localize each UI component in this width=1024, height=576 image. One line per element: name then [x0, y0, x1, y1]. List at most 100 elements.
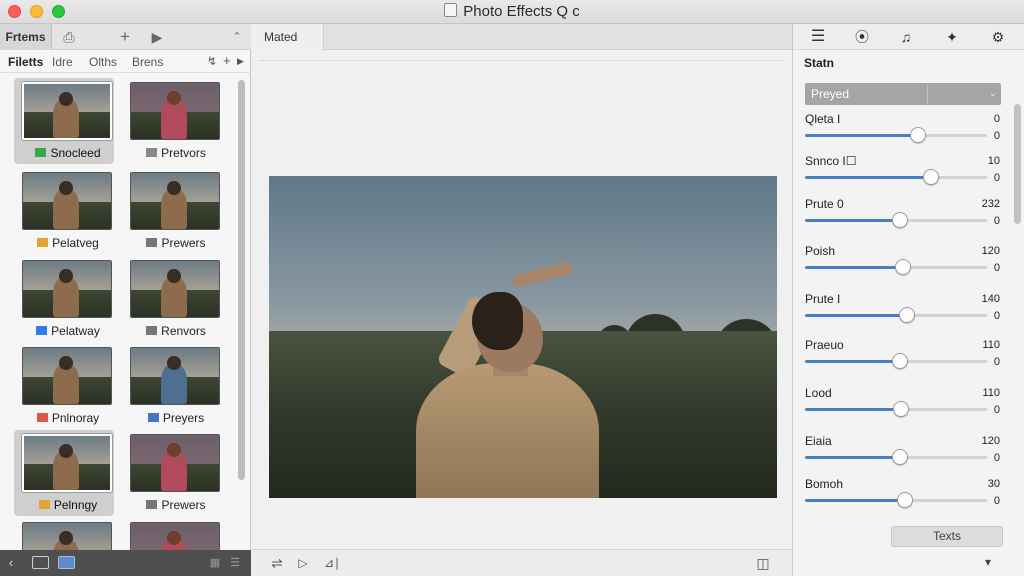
adjustments-panel: ☰ ⦿ ♫ ✦ ⚙ Statn Preyed ⌄ Qleta I 0 0 Snnco …	[792, 24, 1024, 576]
effect-type-icon	[146, 148, 158, 157]
effect-thumbnail[interactable]	[14, 518, 114, 554]
filter-idre[interactable]: Idre	[52, 55, 73, 69]
add-filter-icon[interactable]: +	[223, 53, 231, 68]
filter-brens[interactable]: Brens	[132, 55, 163, 69]
slider-track[interactable]	[805, 449, 987, 465]
slider-track[interactable]	[805, 169, 987, 185]
collapse-icon[interactable]: ⌃	[226, 24, 248, 50]
add-icon[interactable]: +	[114, 24, 136, 50]
effect-thumbnail[interactable]: Prewers	[122, 168, 222, 254]
back-icon[interactable]: ‹	[4, 554, 18, 572]
tab-frames[interactable]: Frtems	[0, 24, 52, 50]
adjust-icon[interactable]: ↯	[207, 54, 217, 68]
slider-handle[interactable]	[893, 401, 910, 417]
effect-thumbnail[interactable]: Pnlnoray	[14, 343, 114, 429]
effect-thumbnail[interactable]: Snocleed	[14, 78, 114, 164]
title-bar: Photo Effects Q c	[0, 0, 1024, 24]
effect-type-icon	[36, 413, 48, 422]
slider-handle[interactable]	[909, 127, 926, 143]
slider-handle[interactable]	[922, 169, 939, 185]
slider-fill	[805, 499, 906, 502]
play-preview-icon[interactable]: ▷	[294, 554, 312, 572]
adjustments-toolbar: ☰ ⦿ ♫ ✦ ⚙	[793, 24, 1024, 50]
preset-dropdown[interactable]: Preyed ⌄	[805, 83, 1001, 105]
slider-handle[interactable]	[891, 353, 908, 369]
tab-document[interactable]: Mated	[252, 24, 324, 51]
effect-label-text: Preyers	[162, 411, 205, 425]
grid-size-icon[interactable]: ▦	[208, 554, 222, 572]
effect-label-text: Snocleed	[50, 146, 101, 160]
slider-handle[interactable]	[898, 307, 915, 323]
slider-value: 120	[981, 245, 1000, 257]
sliders-icon[interactable]: ⇌	[268, 554, 286, 572]
effect-preview-image	[130, 434, 220, 492]
wifi-icon[interactable]: ▾	[985, 555, 991, 569]
document-tab-bar: Mated	[252, 24, 792, 51]
effect-thumbnail[interactable]: Preyers	[122, 343, 222, 429]
slider-track[interactable]	[805, 127, 987, 143]
effect-type-icon	[36, 326, 48, 335]
effect-label-text: Prewers	[161, 236, 206, 250]
image-icon[interactable]	[32, 556, 49, 569]
effect-label-text: Pretvors	[161, 146, 206, 160]
slider-offset: 0	[993, 452, 1000, 464]
slider-track[interactable]	[805, 259, 987, 275]
effect-label: Pnlnoray	[14, 411, 122, 425]
effect-preview-image	[22, 260, 112, 318]
photos-icon[interactable]	[58, 556, 75, 569]
filter-filters[interactable]: Filetts	[8, 55, 43, 69]
compare-icon[interactable]: ⊿∣	[322, 554, 342, 572]
slider-value: 120	[981, 435, 1000, 447]
play-icon[interactable]: ▶	[146, 24, 168, 50]
menu-icon[interactable]: ☰	[805, 27, 831, 47]
effect-preview-image	[22, 82, 112, 140]
slider-track[interactable]	[805, 401, 987, 417]
effect-thumbnail[interactable]: Pelatway	[14, 256, 114, 342]
options-icon[interactable]: ☰	[228, 554, 242, 572]
filter-olths[interactable]: Olths	[89, 55, 117, 69]
expand-icon[interactable]: ▶	[237, 56, 244, 67]
window-title-text: Photo Effects Q c	[463, 3, 580, 20]
sidebar-toggle-icon[interactable]: ⎙	[58, 24, 80, 50]
slider-label: Poish	[805, 244, 836, 258]
effect-thumbnail[interactable]: Pretvors	[122, 78, 222, 164]
slider-track[interactable]	[805, 212, 987, 228]
slider-value: 30	[987, 478, 1000, 490]
effect-thumbnail[interactable]: Renvors	[122, 256, 222, 342]
fit-to-screen-icon[interactable]: ◫	[754, 554, 772, 572]
slider-handle[interactable]	[891, 212, 908, 228]
slider-label: Eiaia	[805, 434, 832, 448]
effect-thumbnail[interactable]: Prewers	[122, 430, 222, 516]
slider-value: 0	[993, 113, 1000, 125]
effect-label: Pelatway	[14, 324, 122, 338]
photo-subject	[416, 362, 600, 498]
canvas-guide	[260, 60, 784, 61]
effect-preview-image	[130, 347, 220, 405]
left-scrollbar[interactable]	[238, 80, 245, 480]
effect-thumbnail[interactable]: Pelatveg	[14, 168, 114, 254]
slider-handle[interactable]	[891, 449, 908, 465]
crop-icon[interactable]: ⦿	[849, 27, 875, 47]
reset-button[interactable]: Texts	[891, 526, 1003, 547]
effect-thumbnail[interactable]: Pelnngy	[14, 430, 114, 516]
slider-label: Praeuo	[805, 338, 844, 352]
slider-track[interactable]	[805, 307, 987, 323]
slider-track[interactable]	[805, 492, 987, 508]
effects-thumbnail-grid: Snocleed Pretvors Pelatveg Prewers Pelatway R…	[14, 78, 234, 554]
slider-handle[interactable]	[897, 492, 914, 508]
left-bottom-bar: ‹ ▦ ☰	[0, 550, 251, 576]
music-icon[interactable]: ♫	[893, 27, 919, 47]
slider-fill	[805, 456, 900, 459]
effect-thumbnail[interactable]	[122, 518, 222, 554]
effect-label-text: Pnlnoray	[51, 411, 100, 425]
effect-type-icon	[147, 413, 159, 422]
slider-handle[interactable]	[895, 259, 912, 275]
preview-photo[interactable]	[269, 176, 777, 498]
effect-type-icon	[146, 500, 158, 509]
right-scrollbar[interactable]	[1014, 104, 1021, 224]
section-title: Statn	[804, 56, 834, 70]
slider-track[interactable]	[805, 353, 987, 369]
gear-icon[interactable]: ⚙	[985, 27, 1011, 47]
brush-icon[interactable]: ✦	[939, 27, 965, 47]
slider-label: Prute I	[805, 292, 841, 306]
